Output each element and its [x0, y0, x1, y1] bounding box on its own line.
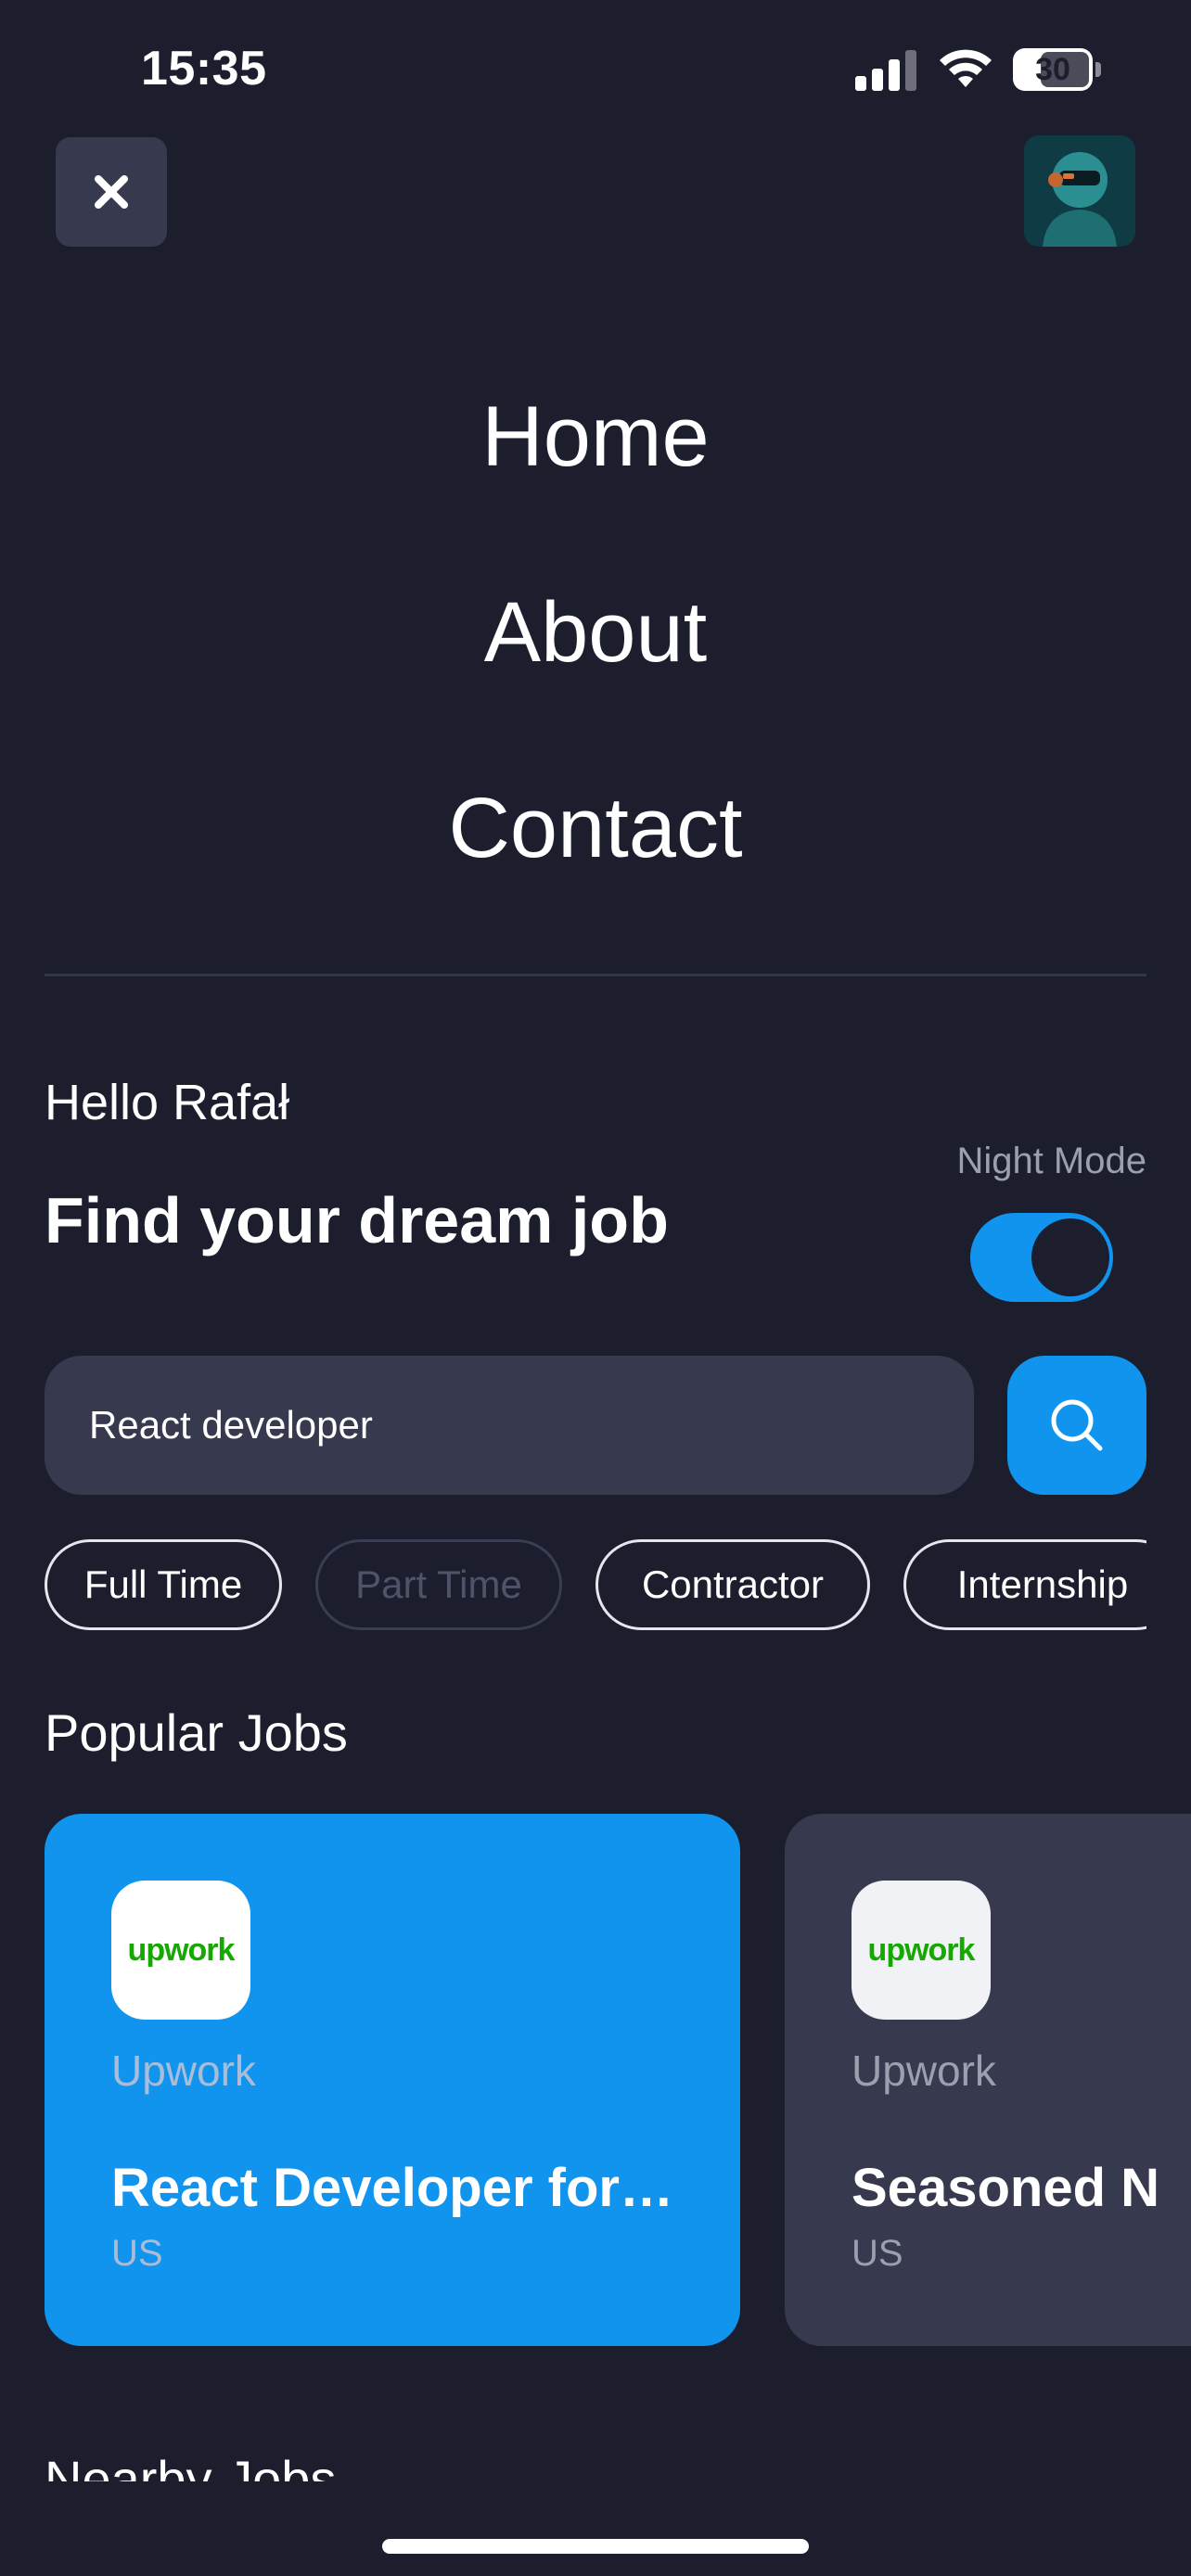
job-card[interactable]: upwork Upwork React Developer for… US: [45, 1814, 740, 2346]
chip-part-time[interactable]: Part Time: [315, 1539, 562, 1630]
chip-contractor[interactable]: Contractor: [596, 1539, 870, 1630]
job-location: US: [852, 2233, 903, 2274]
nav-about-link[interactable]: About: [0, 590, 1191, 675]
bottom-area: [0, 2481, 1191, 2576]
search-icon: [1051, 1399, 1103, 1451]
battery-icon: 30: [1013, 48, 1102, 91]
company-logo: upwork: [111, 1881, 250, 2020]
greeting-text: Hello Rafał: [45, 1075, 290, 1130]
chip-internship[interactable]: Internship: [903, 1539, 1146, 1630]
search-button[interactable]: [1007, 1356, 1146, 1495]
nav-home-link[interactable]: Home: [0, 394, 1191, 479]
status-bar: 15:35 30: [0, 0, 1191, 139]
status-time: 15:35: [141, 42, 267, 96]
battery-level: 30: [1035, 52, 1070, 87]
nearby-jobs-title: Nearby Jobs: [45, 2450, 337, 2481]
robot-avatar-icon: [1024, 135, 1135, 247]
job-type-filters: Full Time Part Time Contractor Internshi…: [45, 1539, 1146, 1630]
wifi-icon: [940, 49, 992, 87]
divider: [45, 974, 1146, 976]
company-name: Upwork: [111, 2047, 256, 2095]
popular-jobs-title: Popular Jobs: [45, 1703, 348, 1762]
night-mode-label: Night Mode: [956, 1141, 1146, 1181]
night-mode-toggle[interactable]: [970, 1213, 1113, 1302]
page-title: Find your dream job: [45, 1184, 669, 1256]
company-name: Upwork: [852, 2047, 996, 2095]
toggle-knob: [1031, 1218, 1109, 1296]
job-location: US: [111, 2233, 163, 2274]
company-logo: upwork: [852, 1881, 991, 2020]
home-indicator[interactable]: [382, 2539, 809, 2554]
chip-full-time[interactable]: Full Time: [45, 1539, 282, 1630]
job-title: React Developer for…: [111, 2158, 673, 2218]
avatar[interactable]: [1024, 135, 1135, 247]
search-input[interactable]: [45, 1356, 974, 1495]
signal-icon: [855, 50, 916, 91]
close-icon: [95, 175, 128, 209]
close-button[interactable]: [56, 137, 167, 247]
nav-contact-link[interactable]: Contact: [0, 785, 1191, 871]
job-title: Seasoned N: [852, 2158, 1159, 2218]
job-card[interactable]: upwork Upwork Seasoned N US: [785, 1814, 1191, 2346]
